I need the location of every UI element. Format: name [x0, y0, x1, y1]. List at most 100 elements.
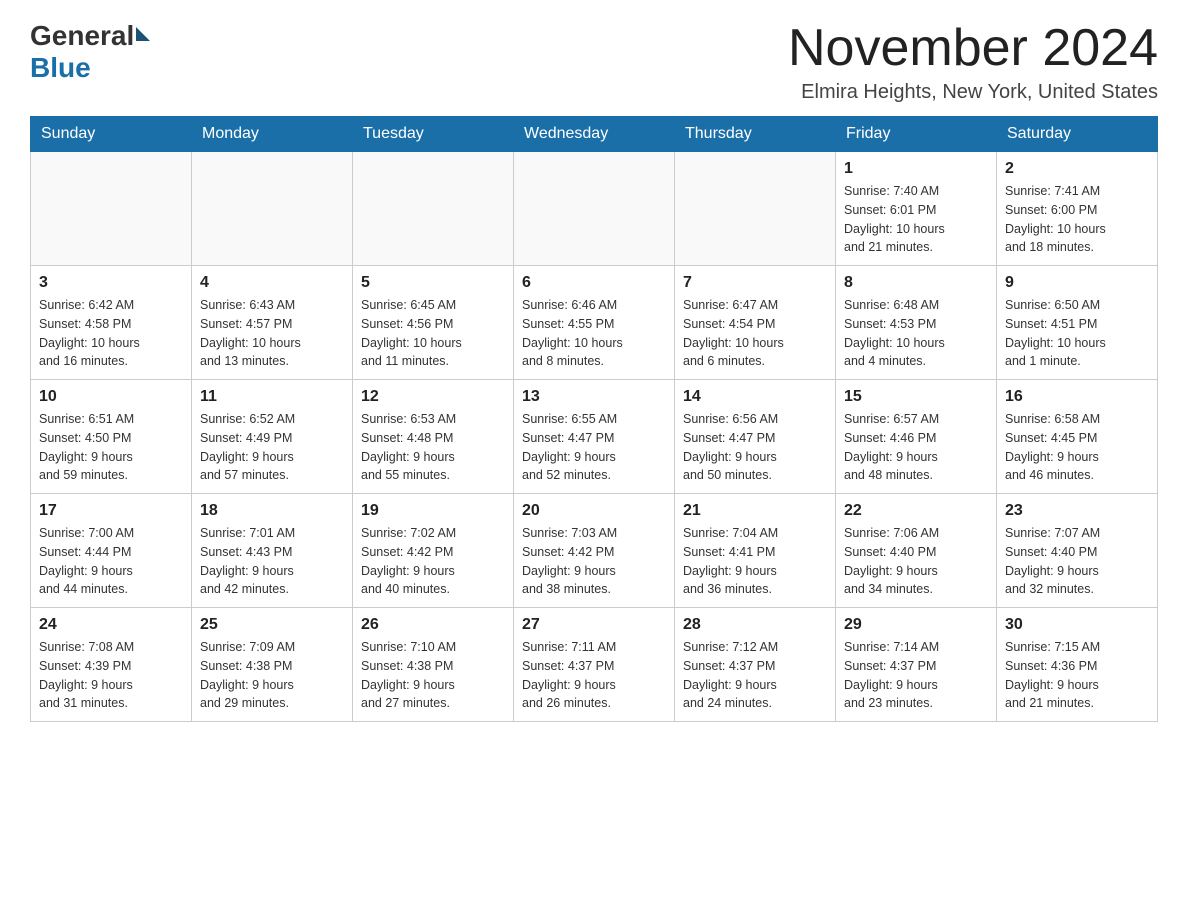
- calendar-week-row: 10Sunrise: 6:51 AM Sunset: 4:50 PM Dayli…: [31, 380, 1158, 494]
- day-info: Sunrise: 6:50 AM Sunset: 4:51 PM Dayligh…: [1005, 296, 1149, 371]
- calendar-cell: 30 Sunrise: 7:15 AM Sunset: 4:36 PM Dayli…: [997, 608, 1158, 722]
- day-info: Sunrise: 6:52 AM Sunset: 4:49 PM Dayligh…: [200, 410, 344, 485]
- day-info: Sunrise: 7:15 AM Sunset: 4:36 PM Dayligh…: [1005, 638, 1149, 713]
- day-number: 7: [683, 274, 827, 292]
- day-number: 2: [1005, 160, 1149, 178]
- day-info: Sunrise: 6:47 AM Sunset: 4:54 PM Dayligh…: [683, 296, 827, 371]
- title-section: November 2024 Elmira Heights, New York, …: [788, 20, 1158, 104]
- day-number: 25: [200, 616, 344, 634]
- day-number: 5: [361, 274, 505, 292]
- calendar-table: SundayMondayTuesdayWednesdayThursdayFrid…: [30, 116, 1158, 722]
- calendar-week-row: 24 Sunrise: 7:08 AM Sunset: 4:39 PM Dayli…: [31, 608, 1158, 722]
- day-number: 29: [844, 616, 988, 634]
- calendar-day-header: Monday: [192, 117, 353, 152]
- day-number: 13: [522, 388, 666, 406]
- day-info: Sunrise: 7:11 AM Sunset: 4:37 PM Dayligh…: [522, 638, 666, 713]
- day-info: Sunrise: 7:04 AM Sunset: 4:41 PM Dayligh…: [683, 524, 827, 599]
- location-text: Elmira Heights, New York, United States: [788, 81, 1158, 104]
- day-number: 3: [39, 274, 183, 292]
- day-info: Sunrise: 6:42 AM Sunset: 4:58 PM Dayligh…: [39, 296, 183, 371]
- calendar-day-header: Saturday: [997, 117, 1158, 152]
- day-info: Sunrise: 7:12 AM Sunset: 4:37 PM Dayligh…: [683, 638, 827, 713]
- calendar-cell: 3 Sunrise: 6:42 AM Sunset: 4:58 PM Daylig…: [31, 266, 192, 380]
- calendar-cell: 29 Sunrise: 7:14 AM Sunset: 4:37 PM Dayli…: [836, 608, 997, 722]
- calendar-header-row: SundayMondayTuesdayWednesdayThursdayFrid…: [31, 117, 1158, 152]
- calendar-cell: 25 Sunrise: 7:09 AM Sunset: 4:38 PM Dayli…: [192, 608, 353, 722]
- calendar-day-header: Sunday: [31, 117, 192, 152]
- calendar-day-header: Thursday: [675, 117, 836, 152]
- day-info: Sunrise: 7:14 AM Sunset: 4:37 PM Dayligh…: [844, 638, 988, 713]
- calendar-cell: 5 Sunrise: 6:45 AM Sunset: 4:56 PM Daylig…: [353, 266, 514, 380]
- day-number: 16: [1005, 388, 1149, 406]
- calendar-cell: 2 Sunrise: 7:41 AM Sunset: 6:00 PM Daylig…: [997, 152, 1158, 266]
- day-info: Sunrise: 7:08 AM Sunset: 4:39 PM Dayligh…: [39, 638, 183, 713]
- day-info: Sunrise: 6:43 AM Sunset: 4:57 PM Dayligh…: [200, 296, 344, 371]
- calendar-cell: 24 Sunrise: 7:08 AM Sunset: 4:39 PM Dayli…: [31, 608, 192, 722]
- calendar-week-row: 1Sunrise: 7:40 AM Sunset: 6:01 PM Daylig…: [31, 152, 1158, 266]
- month-title: November 2024: [788, 20, 1158, 77]
- day-info: Sunrise: 7:09 AM Sunset: 4:38 PM Dayligh…: [200, 638, 344, 713]
- page-header: General Blue November 2024 Elmira Height…: [30, 20, 1158, 104]
- calendar-cell: [31, 152, 192, 266]
- day-info: Sunrise: 6:55 AM Sunset: 4:47 PM Dayligh…: [522, 410, 666, 485]
- calendar-cell: 22Sunrise: 7:06 AM Sunset: 4:40 PM Dayli…: [836, 494, 997, 608]
- day-number: 21: [683, 502, 827, 520]
- day-number: 24: [39, 616, 183, 634]
- day-info: Sunrise: 7:41 AM Sunset: 6:00 PM Dayligh…: [1005, 182, 1149, 257]
- day-number: 4: [200, 274, 344, 292]
- calendar-cell: 19 Sunrise: 7:02 AM Sunset: 4:42 PM Dayli…: [353, 494, 514, 608]
- calendar-week-row: 17 Sunrise: 7:00 AM Sunset: 4:44 PM Dayli…: [31, 494, 1158, 608]
- day-info: Sunrise: 6:48 AM Sunset: 4:53 PM Dayligh…: [844, 296, 988, 371]
- day-number: 26: [361, 616, 505, 634]
- calendar-cell: 23 Sunrise: 7:07 AM Sunset: 4:40 PM Dayli…: [997, 494, 1158, 608]
- day-number: 11: [200, 388, 344, 406]
- calendar-cell: 4 Sunrise: 6:43 AM Sunset: 4:57 PM Daylig…: [192, 266, 353, 380]
- day-info: Sunrise: 7:03 AM Sunset: 4:42 PM Dayligh…: [522, 524, 666, 599]
- calendar-day-header: Tuesday: [353, 117, 514, 152]
- calendar-cell: 16Sunrise: 6:58 AM Sunset: 4:45 PM Dayli…: [997, 380, 1158, 494]
- calendar-day-header: Wednesday: [514, 117, 675, 152]
- calendar-cell: 21 Sunrise: 7:04 AM Sunset: 4:41 PM Dayli…: [675, 494, 836, 608]
- logo-general-text: General: [30, 20, 134, 52]
- calendar-week-row: 3 Sunrise: 6:42 AM Sunset: 4:58 PM Daylig…: [31, 266, 1158, 380]
- calendar-cell: 15Sunrise: 6:57 AM Sunset: 4:46 PM Dayli…: [836, 380, 997, 494]
- day-number: 14: [683, 388, 827, 406]
- calendar-cell: 12Sunrise: 6:53 AM Sunset: 4:48 PM Dayli…: [353, 380, 514, 494]
- day-number: 10: [39, 388, 183, 406]
- calendar-cell: [514, 152, 675, 266]
- day-info: Sunrise: 7:07 AM Sunset: 4:40 PM Dayligh…: [1005, 524, 1149, 599]
- calendar-cell: 20 Sunrise: 7:03 AM Sunset: 4:42 PM Dayli…: [514, 494, 675, 608]
- calendar-cell: 1Sunrise: 7:40 AM Sunset: 6:01 PM Daylig…: [836, 152, 997, 266]
- day-number: 30: [1005, 616, 1149, 634]
- day-info: Sunrise: 6:46 AM Sunset: 4:55 PM Dayligh…: [522, 296, 666, 371]
- day-number: 18: [200, 502, 344, 520]
- day-number: 8: [844, 274, 988, 292]
- day-number: 28: [683, 616, 827, 634]
- calendar-cell: 9 Sunrise: 6:50 AM Sunset: 4:51 PM Daylig…: [997, 266, 1158, 380]
- day-number: 9: [1005, 274, 1149, 292]
- day-info: Sunrise: 7:02 AM Sunset: 4:42 PM Dayligh…: [361, 524, 505, 599]
- day-number: 27: [522, 616, 666, 634]
- calendar-cell: 11 Sunrise: 6:52 AM Sunset: 4:49 PM Dayli…: [192, 380, 353, 494]
- day-number: 1: [844, 160, 988, 178]
- calendar-cell: 18 Sunrise: 7:01 AM Sunset: 4:43 PM Dayli…: [192, 494, 353, 608]
- calendar-cell: [353, 152, 514, 266]
- day-number: 17: [39, 502, 183, 520]
- calendar-cell: 28 Sunrise: 7:12 AM Sunset: 4:37 PM Dayli…: [675, 608, 836, 722]
- calendar-cell: 27 Sunrise: 7:11 AM Sunset: 4:37 PM Dayli…: [514, 608, 675, 722]
- calendar-cell: 7 Sunrise: 6:47 AM Sunset: 4:54 PM Daylig…: [675, 266, 836, 380]
- day-info: Sunrise: 7:00 AM Sunset: 4:44 PM Dayligh…: [39, 524, 183, 599]
- day-info: Sunrise: 6:53 AM Sunset: 4:48 PM Dayligh…: [361, 410, 505, 485]
- day-info: Sunrise: 6:45 AM Sunset: 4:56 PM Dayligh…: [361, 296, 505, 371]
- day-number: 23: [1005, 502, 1149, 520]
- day-number: 22: [844, 502, 988, 520]
- day-number: 19: [361, 502, 505, 520]
- day-number: 15: [844, 388, 988, 406]
- day-number: 20: [522, 502, 666, 520]
- day-info: Sunrise: 7:01 AM Sunset: 4:43 PM Dayligh…: [200, 524, 344, 599]
- calendar-cell: 13 Sunrise: 6:55 AM Sunset: 4:47 PM Dayli…: [514, 380, 675, 494]
- calendar-cell: 17 Sunrise: 7:00 AM Sunset: 4:44 PM Dayli…: [31, 494, 192, 608]
- day-info: Sunrise: 6:56 AM Sunset: 4:47 PM Dayligh…: [683, 410, 827, 485]
- calendar-cell: 10Sunrise: 6:51 AM Sunset: 4:50 PM Dayli…: [31, 380, 192, 494]
- calendar-cell: [675, 152, 836, 266]
